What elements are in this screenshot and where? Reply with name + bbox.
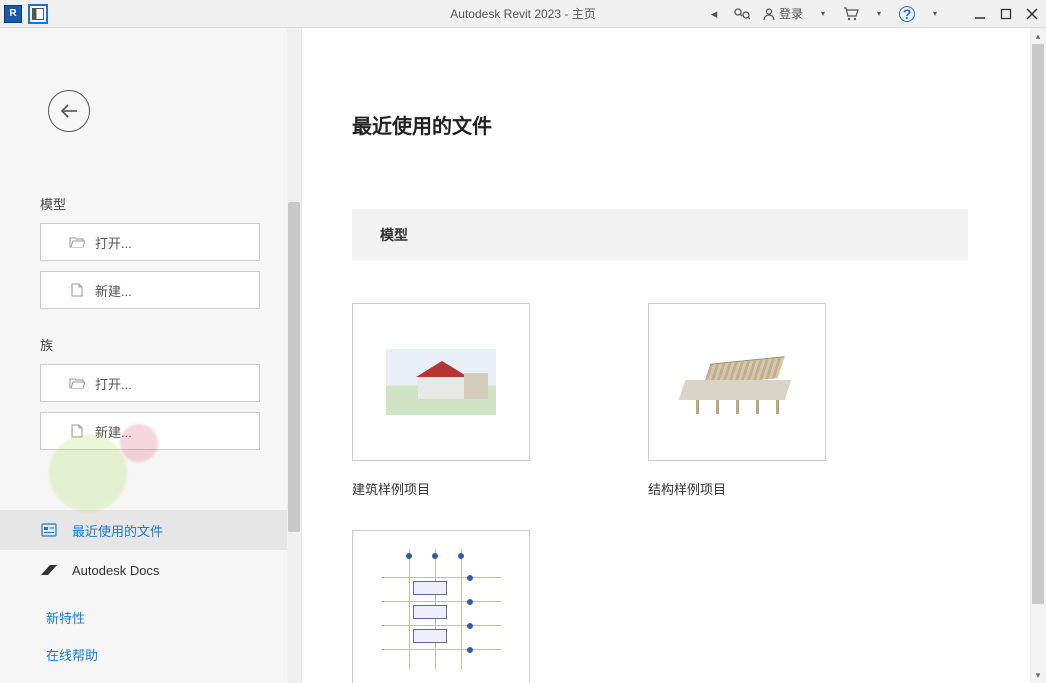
recent-file-card: 建筑样例项目 — [352, 303, 530, 498]
link-online-help[interactable]: 在线帮助 — [0, 645, 287, 664]
open-model-button[interactable]: 打开... — [40, 223, 260, 261]
new-model-label: 新建... — [95, 281, 132, 300]
card-thumbnail-architecture[interactable] — [352, 303, 530, 461]
open-family-button[interactable]: 打开... — [40, 364, 260, 402]
nav-left-icon[interactable]: ◂ — [703, 3, 725, 25]
arrow-left-icon — [59, 103, 79, 119]
scroll-up-icon[interactable]: ▴ — [1030, 28, 1046, 44]
section-header-models: 模型 — [352, 209, 968, 261]
thumbnail-art — [381, 549, 501, 669]
card-label: 建筑样例项目 — [352, 479, 530, 498]
minimize-button[interactable] — [972, 6, 988, 22]
cart-dropdown-icon[interactable]: ▾ — [868, 3, 890, 25]
nav-recent-files[interactable]: 最近使用的文件 — [0, 510, 287, 550]
help-icon: ? — [899, 6, 915, 22]
nav-docs-label: Autodesk Docs — [72, 563, 159, 578]
titlebar-right: ◂ 登录 ▾ ▾ ? ▾ — [703, 3, 1046, 25]
login-dropdown-icon[interactable]: ▾ — [812, 3, 834, 25]
main-content: 最近使用的文件 模型 建筑样例项目 结构样例项目 — [302, 28, 1046, 683]
new-family-label: 新建... — [95, 422, 132, 441]
help-button[interactable]: ? — [896, 3, 918, 25]
scroll-down-icon[interactable]: ▾ — [1030, 667, 1046, 683]
folder-open-icon — [69, 236, 85, 248]
document-icon — [69, 424, 85, 438]
user-icon — [762, 7, 776, 21]
login-label: 登录 — [779, 5, 803, 22]
family-label: 族 — [40, 335, 287, 354]
sidebar-inner: 模型 打开... 新建... 族 打开... 新建... — [0, 28, 301, 664]
open-model-label: 打开... — [95, 233, 132, 252]
sidebar-scrollbar[interactable] — [287, 28, 301, 683]
sidebar-nav: 最近使用的文件 Autodesk Docs 新特性 在线帮助 — [0, 510, 287, 664]
sidebar-section-models: 模型 打开... 新建... — [0, 194, 287, 309]
document-icon — [69, 283, 85, 297]
titlebar: R Autodesk Revit 2023 - 主页 ◂ 登录 ▾ ▾ ? ▾ — [0, 0, 1046, 28]
recent-icon — [40, 523, 58, 537]
card-thumbnail-structure[interactable] — [648, 303, 826, 461]
login-button[interactable]: 登录 — [759, 5, 806, 22]
main-scrollbar[interactable]: ▴ ▾ — [1030, 28, 1046, 683]
recent-file-card: 系统样例项目 — [352, 530, 530, 683]
autodesk-icon — [40, 564, 58, 576]
sidebar: 模型 打开... 新建... 族 打开... 新建... — [0, 28, 302, 683]
models-label: 模型 — [40, 194, 287, 213]
app-logo[interactable]: R — [4, 5, 22, 23]
maximize-button[interactable] — [998, 6, 1014, 22]
recent-files-grid: 建筑样例项目 结构样例项目 — [352, 303, 996, 683]
link-whatsnew[interactable]: 新特性 — [0, 608, 287, 627]
sidebar-section-family: 族 打开... 新建... — [0, 335, 287, 450]
thumbnail-art — [672, 342, 802, 422]
thumbnail-art — [386, 349, 496, 415]
titlebar-left: R — [0, 4, 48, 24]
new-model-button[interactable]: 新建... — [40, 271, 260, 309]
open-family-label: 打开... — [95, 374, 132, 393]
window-title: Autodesk Revit 2023 - 主页 — [450, 5, 595, 22]
back-button[interactable] — [48, 90, 90, 132]
panel-toggle-icon[interactable] — [28, 4, 48, 24]
page-title: 最近使用的文件 — [352, 110, 996, 139]
search-icon[interactable] — [731, 3, 753, 25]
recent-file-card: 结构样例项目 — [648, 303, 826, 498]
help-dropdown-icon[interactable]: ▾ — [924, 3, 946, 25]
main-inner: 最近使用的文件 模型 建筑样例项目 结构样例项目 — [302, 28, 1046, 683]
new-family-button[interactable]: 新建... — [40, 412, 260, 450]
card-thumbnail-system[interactable] — [352, 530, 530, 683]
nav-autodesk-docs[interactable]: Autodesk Docs — [0, 550, 287, 590]
cart-icon[interactable] — [840, 3, 862, 25]
sidebar-scrollbar-thumb[interactable] — [288, 202, 300, 532]
body: 模型 打开... 新建... 族 打开... 新建... — [0, 28, 1046, 683]
nav-recent-label: 最近使用的文件 — [72, 521, 163, 540]
main-scrollbar-thumb[interactable] — [1032, 44, 1044, 604]
window-controls — [972, 6, 1040, 22]
close-button[interactable] — [1024, 6, 1040, 22]
folder-open-icon — [69, 377, 85, 389]
card-label: 结构样例项目 — [648, 479, 826, 498]
